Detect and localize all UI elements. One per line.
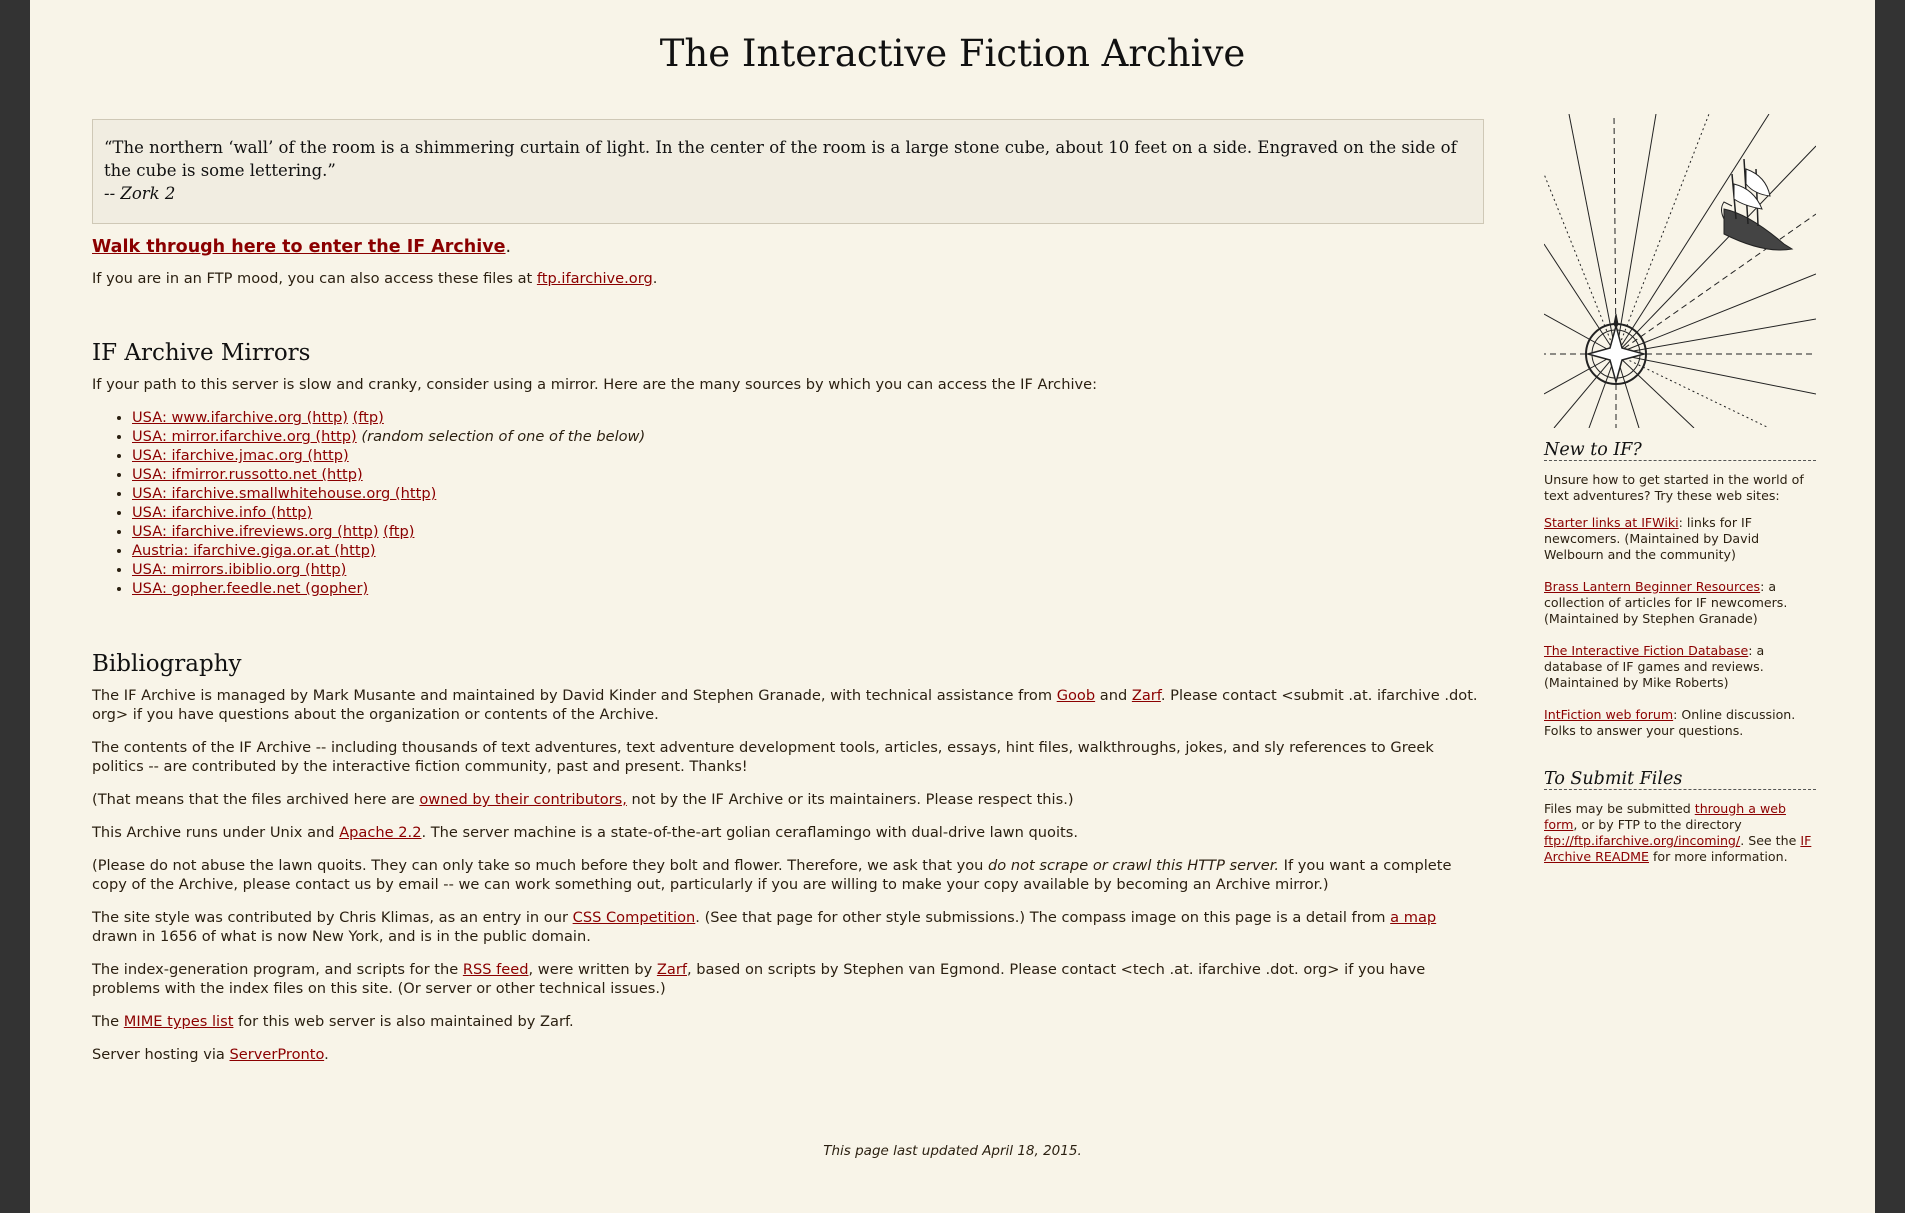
bib-paragraph: (Please do not abuse the lawn quoits. Th…: [92, 857, 1452, 893]
mirror-item: USA: ifmirror.russotto.net (http): [132, 465, 1484, 484]
mirror-link[interactable]: USA: mirror.ifarchive.org (http): [132, 428, 357, 445]
mime-types-link[interactable]: MIME types list: [124, 1013, 234, 1030]
zarf-link-2[interactable]: Zarf: [657, 961, 687, 978]
mirror-note: (random selection of one of the below): [361, 428, 646, 445]
mirror-item: USA: mirrors.ibiblio.org (http): [132, 560, 1484, 579]
quote-text: “The northern ‘wall’ of the room is a sh…: [104, 138, 1457, 180]
new-to-if-section: New to IF? Unsure how to get started in …: [1544, 441, 1816, 739]
mirror-item: USA: ifarchive.ifreviews.org (http) (ftp…: [132, 522, 1484, 541]
mirror-link[interactable]: Austria: ifarchive.giga.or.at (http): [132, 542, 376, 559]
mirror-link[interactable]: USA: mirrors.ibiblio.org (http): [132, 561, 346, 578]
bib-paragraph: (That means that the files archived here…: [92, 791, 1074, 808]
bib-paragraph: The MIME types list for this web server …: [92, 1013, 574, 1030]
mirror-item: USA: ifarchive.jmac.org (http): [132, 446, 1484, 465]
bib-paragraph: The contents of the IF Archive -- includ…: [92, 739, 1434, 775]
mirror-ftp-link[interactable]: (ftp): [383, 523, 414, 540]
new-to-if-link[interactable]: The Interactive Fiction Database: [1544, 643, 1748, 658]
sidebar: New to IF? Unsure how to get started in …: [1544, 114, 1816, 865]
new-to-if-item: Brass Lantern Beginner Resources: a coll…: [1544, 579, 1816, 627]
enter-archive: Walk through here to enter the IF Archiv…: [92, 237, 512, 257]
bibliography: The IF Archive is managed by Mark Musant…: [92, 686, 1484, 1064]
mirror-item: USA: ifarchive.smallwhitehouse.org (http…: [132, 484, 1484, 503]
mirror-item: USA: gopher.feedle.net (gopher): [132, 579, 1484, 598]
mirror-item: USA: www.ifarchive.org (http) (ftp): [132, 408, 1484, 427]
bib-paragraph: This Archive runs under Unix and Apache …: [92, 824, 1078, 841]
mirrors-intro: If your path to this server is slow and …: [92, 376, 1098, 393]
zork-quote: “The northern ‘wall’ of the room is a sh…: [92, 119, 1484, 224]
incoming-ftp-link[interactable]: ftp://ftp.ifarchive.org/incoming/: [1544, 833, 1740, 848]
mirrors-heading: IF Archive Mirrors: [92, 340, 311, 366]
mirror-link[interactable]: USA: ifarchive.jmac.org (http): [132, 447, 349, 464]
bib-paragraph: The index-generation program, and script…: [92, 961, 1426, 997]
mirror-ftp-link[interactable]: (ftp): [353, 409, 384, 426]
mirror-link[interactable]: USA: gopher.feedle.net (gopher): [132, 580, 368, 597]
rss-feed-link[interactable]: RSS feed: [463, 961, 529, 978]
mirror-link[interactable]: USA: ifarchive.info (http): [132, 504, 312, 521]
new-to-if-intro: Unsure how to get started in the world o…: [1544, 472, 1804, 503]
new-to-if-link[interactable]: Starter links at IFWiki: [1544, 515, 1679, 530]
mirror-item: USA: ifarchive.info (http): [132, 503, 1484, 522]
new-to-if-link[interactable]: IntFiction web forum: [1544, 707, 1673, 722]
mirror-link[interactable]: USA: www.ifarchive.org (http): [132, 409, 348, 426]
mirror-item: USA: mirror.ifarchive.org (http) (random…: [132, 427, 1484, 446]
map-link[interactable]: a map: [1390, 909, 1436, 926]
ftp-line: If you are in an FTP mood, you can also …: [92, 270, 658, 287]
zarf-link[interactable]: Zarf: [1132, 687, 1161, 704]
page-title: The Interactive Fiction Archive: [659, 32, 1246, 75]
bib-paragraph: The IF Archive is managed by Mark Musant…: [92, 687, 1478, 723]
ftp-prefix: If you are in an FTP mood, you can also …: [92, 270, 537, 287]
last-updated: This page last updated April 18, 2015.: [823, 1143, 1082, 1159]
enter-archive-link[interactable]: Walk through here to enter the IF Archiv…: [92, 237, 506, 257]
bib-paragraph: Server hosting via ServerPronto.: [92, 1046, 329, 1063]
bib-paragraph: The site style was contributed by Chris …: [92, 909, 1437, 945]
new-to-if-item: IntFiction web forum: Online discussion.…: [1544, 707, 1816, 739]
bibliography-heading: Bibliography: [92, 651, 242, 677]
ftp-link[interactable]: ftp.ifarchive.org: [537, 270, 653, 287]
mirror-link[interactable]: USA: ifarchive.ifreviews.org (http): [132, 523, 379, 540]
new-to-if-link[interactable]: Brass Lantern Beginner Resources: [1544, 579, 1760, 594]
new-to-if-links: Starter links at IFWiki: links for IF ne…: [1544, 515, 1816, 739]
new-to-if-item: The Interactive Fiction Database: a data…: [1544, 643, 1816, 691]
mirror-link[interactable]: USA: ifmirror.russotto.net (http): [132, 466, 363, 483]
new-to-if-item: Starter links at IFWiki: links for IF ne…: [1544, 515, 1816, 563]
mirror-item: Austria: ifarchive.giga.or.at (http): [132, 541, 1484, 560]
new-to-if-heading: New to IF?: [1544, 441, 1816, 461]
owned-by-contributors-link[interactable]: owned by their contributors,: [419, 791, 627, 808]
page: The Interactive Fiction Archive “The nor…: [30, 0, 1875, 1213]
serverpronto-link[interactable]: ServerPronto: [229, 1046, 324, 1063]
quote-attribution: -- Zork 2: [104, 184, 176, 203]
apache-link[interactable]: Apache 2.2: [339, 824, 421, 841]
css-competition-link[interactable]: CSS Competition: [573, 909, 696, 926]
main-content: “The northern ‘wall’ of the room is a sh…: [92, 119, 1484, 1078]
mirror-list: USA: www.ifarchive.org (http) (ftp)USA: …: [92, 408, 1484, 598]
mirror-link[interactable]: USA: ifarchive.smallwhitehouse.org (http…: [132, 485, 436, 502]
compass-rose-icon: [1544, 114, 1816, 428]
submit-section: To Submit Files Files may be submitted t…: [1544, 770, 1816, 865]
submit-heading: To Submit Files: [1544, 770, 1816, 790]
goob-link[interactable]: Goob: [1057, 687, 1095, 704]
submit-text: Files may be submitted through a web for…: [1544, 801, 1812, 864]
